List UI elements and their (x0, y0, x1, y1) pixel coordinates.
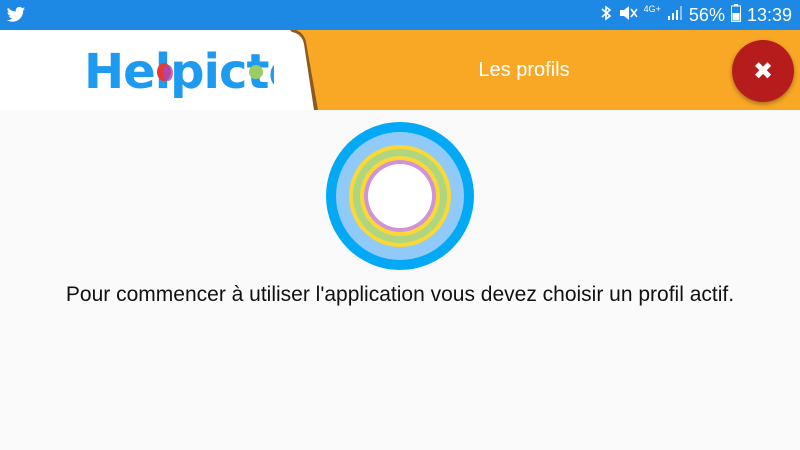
helpicto-logo-icon: Helpicto (84, 44, 274, 98)
status-bar: 4G+ 56% 13:39 (0, 0, 800, 30)
profile-rings-icon (326, 122, 474, 270)
close-button[interactable]: ✖ (732, 40, 794, 102)
twitter-bird-icon (6, 6, 26, 22)
app-logo: Helpicto (84, 44, 274, 98)
bluetooth-icon (600, 4, 612, 26)
svg-text:Helpicto: Helpicto (84, 44, 274, 98)
instruction-message: Pour commencer à utiliser l'application … (65, 283, 735, 306)
close-icon: ✖ (752, 57, 774, 85)
signal-icon (667, 5, 683, 26)
page-title: Les profils (478, 59, 570, 81)
battery-percent: 56% (688, 4, 725, 25)
clock: 13:39 (746, 4, 792, 25)
app-header: Helpicto Les profils (0, 30, 800, 110)
mute-icon (618, 5, 638, 26)
network-4g-icon: 4G+ (643, 4, 661, 14)
battery-icon (730, 3, 741, 27)
